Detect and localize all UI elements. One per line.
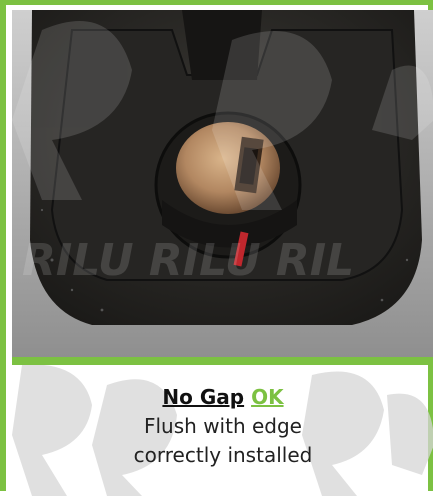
lock-photo-illustration: RILU RILU RIL [12, 10, 433, 357]
status-ok-label: OK [251, 385, 284, 409]
caption-title: No Gap [162, 385, 245, 409]
photo-lock-cylinder: RILU RILU RIL [12, 10, 433, 357]
svg-text:RILU RILU RIL: RILU RILU RIL [22, 235, 354, 286]
caption-heading: No Gap OK [12, 383, 433, 412]
caption-block: No Gap OK Flush with edge correctly inst… [12, 365, 433, 496]
caption-line-2: correctly installed [133, 443, 313, 467]
green-divider [12, 357, 433, 365]
image-frame: RILU RILU RIL No Gap OK Flush with edge … [0, 0, 433, 496]
caption-line-1: Flush with edge [144, 414, 302, 438]
